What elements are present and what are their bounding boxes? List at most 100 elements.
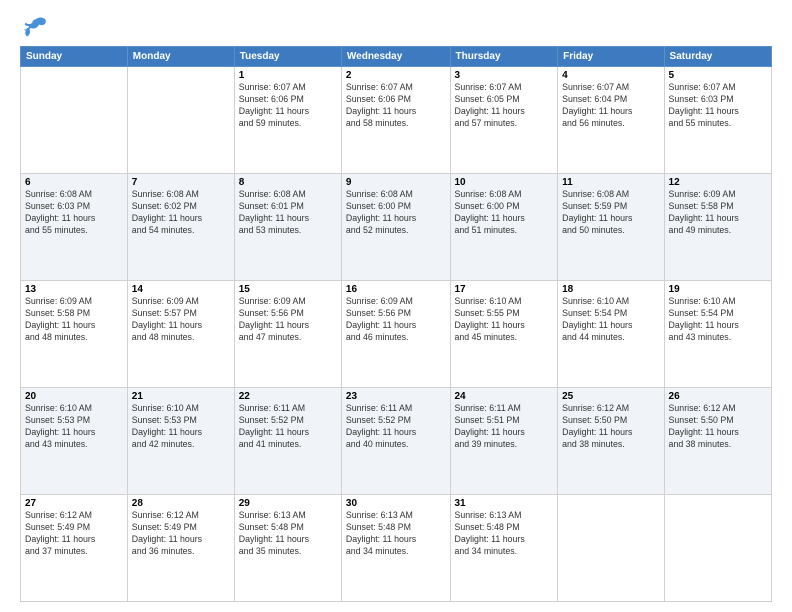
calendar-week-2: 6Sunrise: 6:08 AM Sunset: 6:03 PM Daylig… (21, 174, 772, 281)
day-number: 5 (669, 70, 767, 81)
calendar-cell: 2Sunrise: 6:07 AM Sunset: 6:06 PM Daylig… (341, 67, 450, 174)
day-header-thursday: Thursday (450, 47, 558, 67)
day-number: 19 (669, 284, 767, 295)
calendar-cell: 7Sunrise: 6:08 AM Sunset: 6:02 PM Daylig… (127, 174, 234, 281)
calendar-cell: 24Sunrise: 6:11 AM Sunset: 5:51 PM Dayli… (450, 388, 558, 495)
calendar-header-row: SundayMondayTuesdayWednesdayThursdayFrid… (21, 47, 772, 67)
day-number: 24 (455, 391, 554, 402)
calendar-cell: 9Sunrise: 6:08 AM Sunset: 6:00 PM Daylig… (341, 174, 450, 281)
day-number: 17 (455, 284, 554, 295)
day-info: Sunrise: 6:07 AM Sunset: 6:06 PM Dayligh… (239, 82, 337, 130)
day-number: 21 (132, 391, 230, 402)
day-info: Sunrise: 6:07 AM Sunset: 6:03 PM Dayligh… (669, 82, 767, 130)
day-info: Sunrise: 6:13 AM Sunset: 5:48 PM Dayligh… (239, 510, 337, 558)
calendar-week-5: 27Sunrise: 6:12 AM Sunset: 5:49 PM Dayli… (21, 495, 772, 602)
calendar-week-3: 13Sunrise: 6:09 AM Sunset: 5:58 PM Dayli… (21, 281, 772, 388)
calendar-cell (558, 495, 664, 602)
day-number: 14 (132, 284, 230, 295)
calendar-cell: 19Sunrise: 6:10 AM Sunset: 5:54 PM Dayli… (664, 281, 771, 388)
day-info: Sunrise: 6:08 AM Sunset: 6:00 PM Dayligh… (455, 189, 554, 237)
day-number: 4 (562, 70, 659, 81)
day-number: 10 (455, 177, 554, 188)
day-number: 11 (562, 177, 659, 188)
day-number: 13 (25, 284, 123, 295)
calendar-cell: 16Sunrise: 6:09 AM Sunset: 5:56 PM Dayli… (341, 281, 450, 388)
calendar-cell: 13Sunrise: 6:09 AM Sunset: 5:58 PM Dayli… (21, 281, 128, 388)
day-info: Sunrise: 6:12 AM Sunset: 5:49 PM Dayligh… (25, 510, 123, 558)
calendar-cell: 6Sunrise: 6:08 AM Sunset: 6:03 PM Daylig… (21, 174, 128, 281)
day-info: Sunrise: 6:07 AM Sunset: 6:05 PM Dayligh… (455, 82, 554, 130)
calendar-cell: 28Sunrise: 6:12 AM Sunset: 5:49 PM Dayli… (127, 495, 234, 602)
day-info: Sunrise: 6:10 AM Sunset: 5:55 PM Dayligh… (455, 296, 554, 344)
day-info: Sunrise: 6:07 AM Sunset: 6:06 PM Dayligh… (346, 82, 446, 130)
calendar-cell (127, 67, 234, 174)
day-info: Sunrise: 6:12 AM Sunset: 5:49 PM Dayligh… (132, 510, 230, 558)
day-number: 15 (239, 284, 337, 295)
day-number: 23 (346, 391, 446, 402)
day-number: 12 (669, 177, 767, 188)
day-number: 27 (25, 498, 123, 509)
day-number: 25 (562, 391, 659, 402)
day-info: Sunrise: 6:08 AM Sunset: 6:03 PM Dayligh… (25, 189, 123, 237)
day-number: 30 (346, 498, 446, 509)
day-number: 2 (346, 70, 446, 81)
day-info: Sunrise: 6:08 AM Sunset: 6:02 PM Dayligh… (132, 189, 230, 237)
calendar-cell: 31Sunrise: 6:13 AM Sunset: 5:48 PM Dayli… (450, 495, 558, 602)
calendar-cell: 15Sunrise: 6:09 AM Sunset: 5:56 PM Dayli… (234, 281, 341, 388)
day-header-sunday: Sunday (21, 47, 128, 67)
calendar-week-1: 1Sunrise: 6:07 AM Sunset: 6:06 PM Daylig… (21, 67, 772, 174)
calendar-cell: 18Sunrise: 6:10 AM Sunset: 5:54 PM Dayli… (558, 281, 664, 388)
day-info: Sunrise: 6:10 AM Sunset: 5:53 PM Dayligh… (25, 403, 123, 451)
day-info: Sunrise: 6:09 AM Sunset: 5:57 PM Dayligh… (132, 296, 230, 344)
day-info: Sunrise: 6:08 AM Sunset: 5:59 PM Dayligh… (562, 189, 659, 237)
day-info: Sunrise: 6:09 AM Sunset: 5:56 PM Dayligh… (239, 296, 337, 344)
day-header-tuesday: Tuesday (234, 47, 341, 67)
day-info: Sunrise: 6:13 AM Sunset: 5:48 PM Dayligh… (455, 510, 554, 558)
calendar-cell: 4Sunrise: 6:07 AM Sunset: 6:04 PM Daylig… (558, 67, 664, 174)
day-info: Sunrise: 6:10 AM Sunset: 5:54 PM Dayligh… (669, 296, 767, 344)
day-number: 26 (669, 391, 767, 402)
day-info: Sunrise: 6:12 AM Sunset: 5:50 PM Dayligh… (562, 403, 659, 451)
calendar-cell: 29Sunrise: 6:13 AM Sunset: 5:48 PM Dayli… (234, 495, 341, 602)
day-number: 20 (25, 391, 123, 402)
day-number: 1 (239, 70, 337, 81)
calendar-cell: 23Sunrise: 6:11 AM Sunset: 5:52 PM Dayli… (341, 388, 450, 495)
day-info: Sunrise: 6:09 AM Sunset: 5:58 PM Dayligh… (669, 189, 767, 237)
day-header-friday: Friday (558, 47, 664, 67)
day-number: 8 (239, 177, 337, 188)
day-info: Sunrise: 6:12 AM Sunset: 5:50 PM Dayligh… (669, 403, 767, 451)
calendar-cell (664, 495, 771, 602)
day-info: Sunrise: 6:09 AM Sunset: 5:58 PM Dayligh… (25, 296, 123, 344)
day-header-wednesday: Wednesday (341, 47, 450, 67)
calendar-cell: 22Sunrise: 6:11 AM Sunset: 5:52 PM Dayli… (234, 388, 341, 495)
day-info: Sunrise: 6:11 AM Sunset: 5:52 PM Dayligh… (239, 403, 337, 451)
header (20, 16, 772, 38)
day-number: 31 (455, 498, 554, 509)
day-number: 7 (132, 177, 230, 188)
day-number: 16 (346, 284, 446, 295)
logo (20, 16, 52, 38)
calendar-cell: 3Sunrise: 6:07 AM Sunset: 6:05 PM Daylig… (450, 67, 558, 174)
day-header-saturday: Saturday (664, 47, 771, 67)
calendar-cell: 12Sunrise: 6:09 AM Sunset: 5:58 PM Dayli… (664, 174, 771, 281)
day-info: Sunrise: 6:07 AM Sunset: 6:04 PM Dayligh… (562, 82, 659, 130)
day-info: Sunrise: 6:10 AM Sunset: 5:54 PM Dayligh… (562, 296, 659, 344)
day-info: Sunrise: 6:13 AM Sunset: 5:48 PM Dayligh… (346, 510, 446, 558)
page: SundayMondayTuesdayWednesdayThursdayFrid… (0, 0, 792, 612)
calendar-cell: 25Sunrise: 6:12 AM Sunset: 5:50 PM Dayli… (558, 388, 664, 495)
calendar-cell: 30Sunrise: 6:13 AM Sunset: 5:48 PM Dayli… (341, 495, 450, 602)
day-info: Sunrise: 6:10 AM Sunset: 5:53 PM Dayligh… (132, 403, 230, 451)
calendar-week-4: 20Sunrise: 6:10 AM Sunset: 5:53 PM Dayli… (21, 388, 772, 495)
day-info: Sunrise: 6:08 AM Sunset: 6:01 PM Dayligh… (239, 189, 337, 237)
day-info: Sunrise: 6:11 AM Sunset: 5:52 PM Dayligh… (346, 403, 446, 451)
day-number: 29 (239, 498, 337, 509)
day-number: 18 (562, 284, 659, 295)
calendar-cell: 26Sunrise: 6:12 AM Sunset: 5:50 PM Dayli… (664, 388, 771, 495)
logo-icon (20, 16, 48, 38)
day-number: 28 (132, 498, 230, 509)
calendar-cell (21, 67, 128, 174)
calendar-cell: 17Sunrise: 6:10 AM Sunset: 5:55 PM Dayli… (450, 281, 558, 388)
calendar-table: SundayMondayTuesdayWednesdayThursdayFrid… (20, 46, 772, 602)
day-number: 6 (25, 177, 123, 188)
calendar-cell: 21Sunrise: 6:10 AM Sunset: 5:53 PM Dayli… (127, 388, 234, 495)
